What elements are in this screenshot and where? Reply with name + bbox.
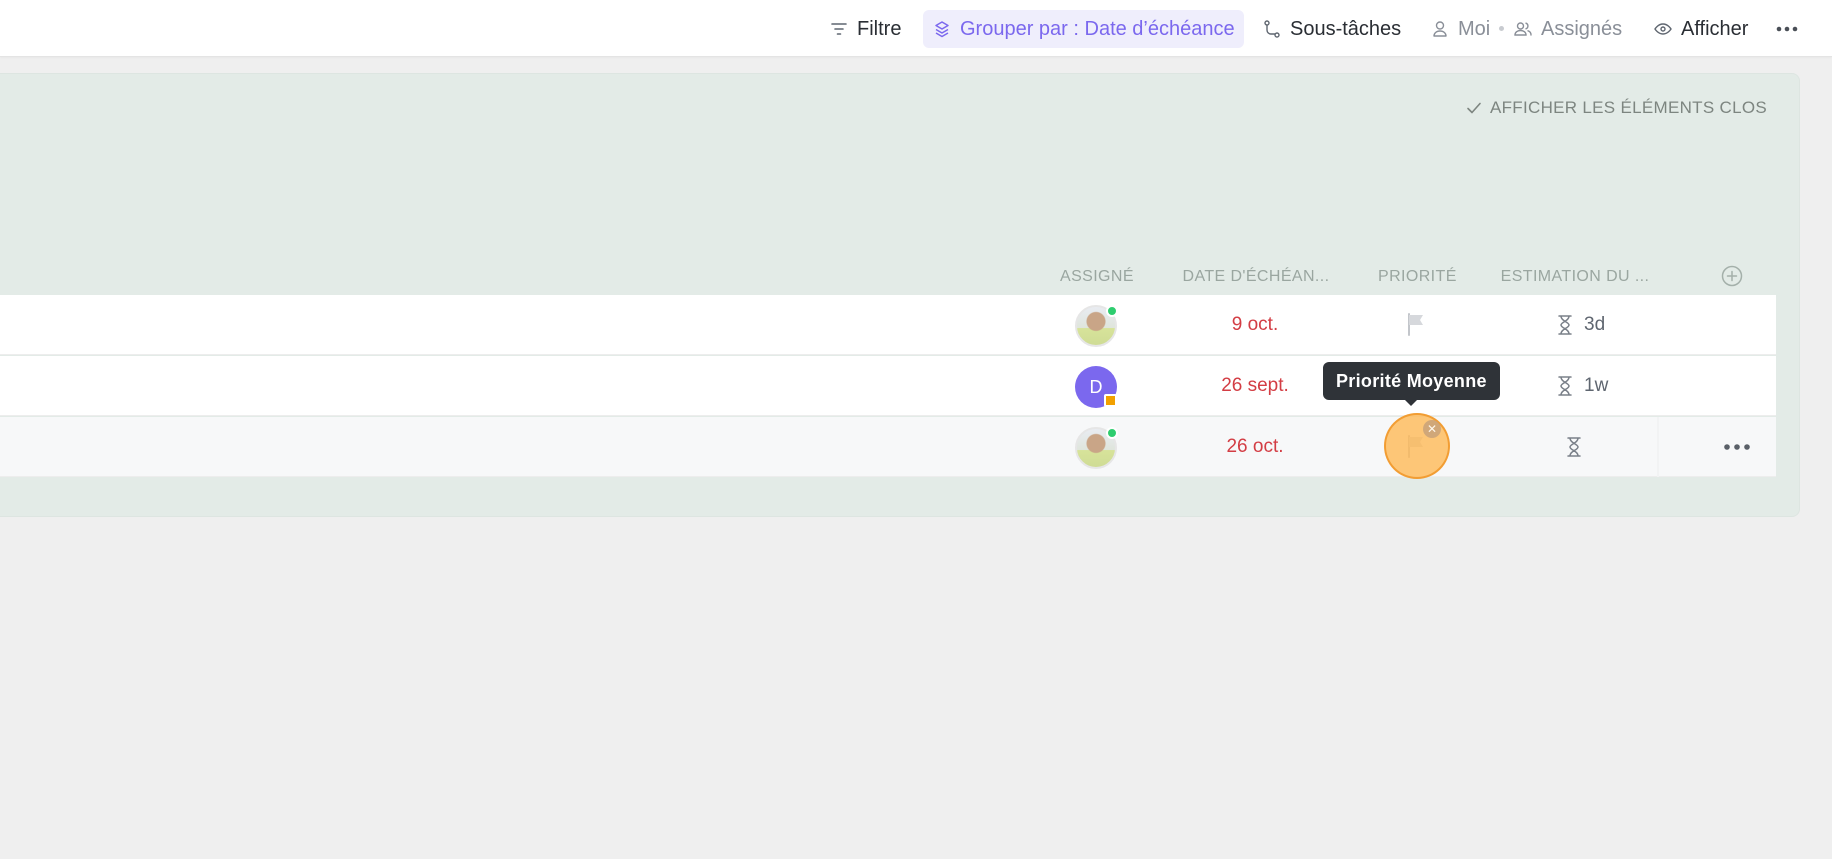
priority-tooltip: Priorité Moyenne (1323, 362, 1500, 406)
time-estimate-cell[interactable]: 1w (1556, 356, 1608, 416)
filter-button[interactable]: Filtre (829, 10, 901, 48)
show-closed-toggle[interactable]: AFFICHER LES ÉLÉMENTS CLOS (1466, 98, 1767, 118)
online-status-dot (1106, 427, 1118, 439)
subtasks-label: Sous-tâches (1290, 17, 1402, 40)
user-icon (1433, 21, 1447, 37)
me-filter-button[interactable]: Moi (1430, 10, 1490, 48)
hourglass-icon (1558, 376, 1572, 396)
click-highlight (1384, 413, 1450, 479)
column-header-assignee[interactable]: ASSIGNÉ (1060, 268, 1134, 286)
priority-flag-icon[interactable] (1403, 311, 1429, 337)
assignees-button[interactable]: Assignés (1513, 10, 1622, 48)
task-group-panel: AFFICHER LES ÉLÉMENTS CLOS ASSIGNÉ DATE … (0, 73, 1800, 517)
hourglass-icon (1567, 437, 1581, 457)
due-date-cell[interactable]: 9 oct. (1175, 295, 1335, 355)
column-header-estimate[interactable]: ESTIMATION DU ... (1500, 268, 1650, 286)
subtasks-button[interactable]: Sous-tâches (1262, 10, 1401, 48)
status-indicator (1104, 394, 1117, 407)
show-closed-label: AFFICHER LES ÉLÉMENTS CLOS (1489, 98, 1767, 117)
time-estimate-cell[interactable]: 3d (1556, 295, 1605, 355)
hourglass-icon (1558, 315, 1572, 335)
task-row[interactable]: 9 oct. 3d (0, 295, 1776, 355)
view-toolbar: Filtre Grouper par : Date d’échéance Sou… (0, 0, 1832, 57)
assignee-avatar[interactable] (1075, 427, 1118, 469)
column-header-due-date[interactable]: DATE D'ÉCHÉAN... (1182, 268, 1330, 286)
layers-icon (935, 21, 949, 38)
more-icon (1776, 26, 1798, 32)
users-icon (1514, 22, 1532, 36)
group-by-button[interactable]: Grouper par : Date d’échéance (923, 10, 1244, 48)
assignee-avatar[interactable] (1075, 305, 1118, 347)
show-button[interactable]: Afficher (1653, 10, 1748, 48)
column-header-priority[interactable]: PRIORITÉ (1378, 268, 1456, 286)
add-column-icon[interactable] (1721, 265, 1743, 287)
check-icon (1467, 102, 1481, 114)
online-status-dot (1106, 305, 1118, 317)
due-date-cell[interactable]: 26 oct. (1175, 417, 1335, 477)
group-by-label: Grouper par : Date d’échéance (960, 17, 1235, 40)
eye-icon (1654, 23, 1672, 35)
estimate-value: 1w (1584, 375, 1609, 396)
more-options-button[interactable] (1775, 10, 1799, 48)
filter-label: Filtre (857, 17, 902, 40)
row-more-icon[interactable] (1722, 436, 1752, 458)
assignee-avatar[interactable]: D (1075, 366, 1117, 408)
filter-icon (831, 23, 847, 35)
due-date-cell[interactable]: 26 sept. (1175, 356, 1335, 416)
separator-dot (1499, 26, 1504, 31)
show-label: Afficher (1681, 17, 1749, 40)
clear-priority-icon[interactable]: ✕ (1423, 420, 1441, 438)
assignees-label: Assignés (1541, 17, 1623, 40)
cell-divider (1657, 417, 1659, 477)
me-label: Moi (1458, 17, 1491, 40)
time-estimate-cell[interactable] (1565, 417, 1593, 477)
task-row[interactable]: 26 oct. (0, 417, 1776, 477)
subtasks-icon (1264, 20, 1280, 38)
task-row[interactable]: D 26 sept. 1w (0, 356, 1776, 416)
estimate-value: 3d (1584, 314, 1606, 335)
